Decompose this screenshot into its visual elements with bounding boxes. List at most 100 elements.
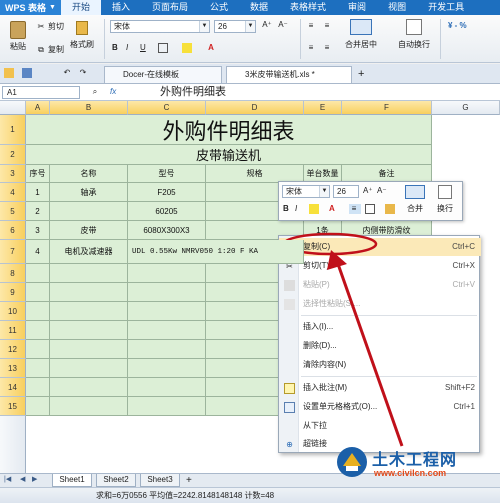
sheet-tab-2[interactable]: Sheet2	[96, 474, 136, 487]
format-painter-button[interactable]: 格式刷	[70, 21, 94, 50]
cut-button[interactable]: ✂ 剪切	[36, 21, 64, 32]
sheet-subtitle-cell[interactable]: 皮带输送机	[26, 145, 432, 165]
tab-data[interactable]: 数据	[239, 0, 279, 15]
lookup-icon[interactable]: ⌕	[90, 87, 102, 97]
row-header[interactable]: 6	[0, 221, 26, 240]
grow-font-button[interactable]: A⁺	[262, 20, 274, 30]
mini-wrap-button[interactable]: 换行	[437, 185, 453, 214]
align-left-button[interactable]: ≡	[306, 43, 318, 53]
sheet-nav-next[interactable]: ▶	[32, 475, 37, 483]
row-header[interactable]: 14	[0, 378, 26, 397]
row-header[interactable]: 13	[0, 359, 26, 378]
row-header[interactable]: 12	[0, 340, 26, 359]
tab-developer[interactable]: 开发工具	[417, 0, 475, 15]
header-cell[interactable]: 名称	[50, 165, 128, 183]
align-top-button[interactable]: ≡	[306, 21, 318, 31]
table-cell[interactable]	[50, 202, 128, 221]
row-header[interactable]: 3	[0, 165, 26, 183]
tab-formulas[interactable]: 公式	[199, 0, 239, 15]
menu-item-clear[interactable]: 清除内容(N)	[279, 356, 481, 374]
column-header[interactable]: D	[206, 101, 304, 115]
open-file-button[interactable]	[4, 68, 16, 78]
align-middle-button[interactable]: ≡	[322, 21, 334, 31]
merge-center-button[interactable]: 合并居中	[345, 19, 377, 50]
mini-merge-button[interactable]: 合并	[405, 185, 425, 214]
tab-insert[interactable]: 插入	[101, 0, 141, 15]
doc-tab-docer[interactable]: Docer-在线模板	[104, 66, 222, 83]
tab-page-layout[interactable]: 页面布局	[141, 0, 199, 15]
row-header[interactable]: 15	[0, 397, 26, 416]
tab-view[interactable]: 视图	[377, 0, 417, 15]
row-header[interactable]: 5	[0, 202, 26, 221]
table-cell[interactable]: UDL 0.55Kw NMRV050 1:20 F KA	[128, 240, 304, 264]
table-cell[interactable]: 6080X300X3	[128, 221, 206, 240]
column-header[interactable]: A	[26, 101, 50, 115]
redo-button[interactable]: ↷	[78, 68, 90, 78]
shrink-font-button[interactable]: A⁻	[278, 20, 290, 30]
mini-fill-button[interactable]	[309, 204, 321, 214]
formula-input[interactable]: 外购件明细表	[160, 85, 226, 100]
menu-item-delete[interactable]: 删除(D)...	[279, 337, 481, 355]
font-size-select[interactable]: 26 ▼	[214, 20, 256, 33]
mini-font-select[interactable]: 宋体 ▼	[282, 185, 330, 198]
sheet-nav-prev[interactable]: ◀	[20, 475, 25, 483]
table-cell[interactable]: 4	[26, 240, 50, 264]
table-cell[interactable]: 轴承	[50, 183, 128, 202]
menu-item-copy[interactable]: 复制(C) Ctrl+C	[279, 238, 481, 256]
row-header[interactable]: 9	[0, 283, 26, 302]
italic-button[interactable]: I	[126, 43, 128, 52]
tab-home[interactable]: 开始	[60, 0, 101, 15]
row-header[interactable]: 7	[0, 240, 26, 264]
menu-item-paste-special[interactable]: 选择性粘贴(S)...	[279, 295, 481, 313]
tab-table-style[interactable]: 表格样式	[279, 0, 337, 15]
undo-button[interactable]: ↶	[62, 68, 74, 78]
table-cell[interactable]: 1	[26, 183, 50, 202]
row-header[interactable]: 8	[0, 264, 26, 283]
mini-shrink-font-button[interactable]: A⁻	[377, 186, 387, 195]
table-cell[interactable]: 皮带	[50, 221, 128, 240]
menu-item-paste[interactable]: 粘贴(P) Ctrl+V	[279, 276, 481, 294]
menu-item-insert[interactable]: 插入(I)...	[279, 318, 481, 336]
new-tab-button[interactable]: +	[358, 68, 364, 80]
select-all-corner[interactable]	[0, 101, 26, 115]
font-name-select[interactable]: 宋体 ▼	[110, 20, 210, 33]
borders-button[interactable]	[158, 43, 170, 53]
app-menu-button[interactable]: WPS 表格 ▼	[0, 0, 61, 15]
menu-item-cut[interactable]: ✂ 剪切(T) Ctrl+X	[279, 257, 481, 275]
mini-bold-button[interactable]: B	[283, 204, 289, 213]
sheet-title-cell[interactable]: 外购件明细表	[26, 115, 432, 145]
wrap-text-button[interactable]: 自动换行	[398, 19, 430, 50]
save-button[interactable]	[22, 68, 34, 78]
column-header[interactable]: F	[342, 101, 432, 115]
mini-italic-button[interactable]: I	[295, 204, 297, 213]
doc-tab-current[interactable]: 3米皮带输送机.xls *	[226, 66, 352, 83]
table-cell[interactable]: 2	[26, 202, 50, 221]
header-cell[interactable]: 序号	[26, 165, 50, 183]
header-cell[interactable]: 型号	[128, 165, 206, 183]
font-color-button[interactable]: A	[206, 43, 218, 53]
fill-color-button[interactable]	[182, 43, 194, 53]
mini-format-painter-button[interactable]	[385, 204, 397, 214]
mini-grow-font-button[interactable]: A⁺	[363, 186, 373, 195]
column-header[interactable]: C	[128, 101, 206, 115]
menu-item-format-cells[interactable]: 设置单元格格式(O)... Ctrl+1	[279, 398, 481, 416]
name-box[interactable]: A1	[2, 86, 80, 99]
table-cell[interactable]: F205	[128, 183, 206, 202]
menu-item-insert-comment[interactable]: 插入批注(M) Shift+F2	[279, 379, 481, 397]
sheet-tab-1[interactable]: Sheet1	[52, 474, 92, 487]
table-cell[interactable]: 3	[26, 221, 50, 240]
align-center-button[interactable]: ≡	[322, 43, 334, 53]
bold-button[interactable]: B	[112, 43, 118, 52]
tab-review[interactable]: 审阅	[337, 0, 377, 15]
add-sheet-button[interactable]: +	[186, 475, 192, 486]
number-format-button[interactable]: ¥ - %	[448, 21, 467, 30]
mini-size-select[interactable]: 26	[333, 185, 359, 198]
column-header[interactable]: G	[432, 101, 500, 115]
paste-button[interactable]: 粘贴	[6, 21, 30, 52]
column-header[interactable]: E	[304, 101, 342, 115]
mini-align-button[interactable]: ≡	[349, 204, 361, 214]
row-header[interactable]: 10	[0, 302, 26, 321]
table-cell[interactable]: 电机及减速器	[50, 240, 128, 264]
row-header[interactable]: 11	[0, 321, 26, 340]
sheet-tab-3[interactable]: Sheet3	[140, 474, 180, 487]
